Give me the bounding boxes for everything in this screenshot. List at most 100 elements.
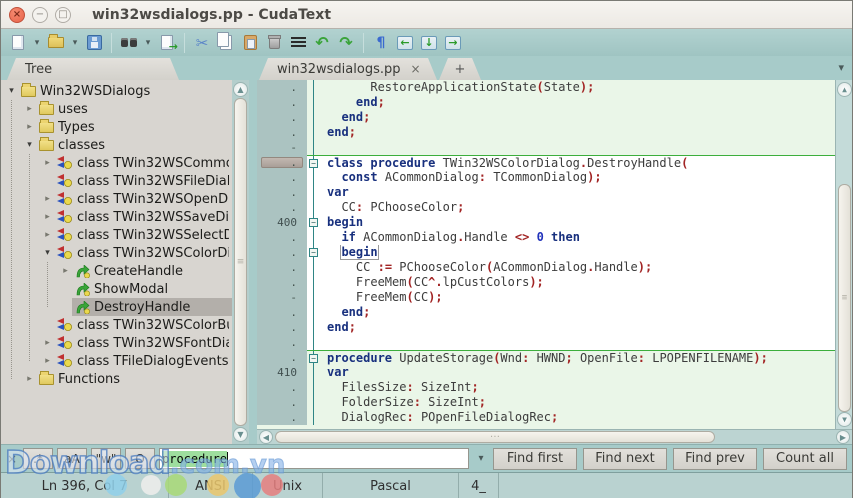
- tree-item-body[interactable]: class TWin32WSColorButton: [54, 316, 232, 334]
- code-line[interactable]: . CC: PChooseColor;: [257, 200, 852, 215]
- wrap-option[interactable]: O: [125, 448, 155, 469]
- gutter-cell[interactable]: .: [257, 80, 307, 95]
- expand-arrow-icon[interactable]: ▸: [59, 266, 72, 276]
- tree-item-class-twin32wssavedialog[interactable]: ▸class TWin32WSSaveDialog: [1, 208, 232, 226]
- status-caret-position[interactable]: Ln 396, Col 7: [1, 473, 169, 498]
- gutter-cell[interactable]: -: [257, 140, 307, 155]
- code-line[interactable]: . FilesSize: SizeInt;: [257, 380, 852, 395]
- find-prev-button[interactable]: Find prev: [673, 448, 757, 470]
- fold-minus-icon[interactable]: −: [309, 248, 318, 257]
- tree-item-class-twin32wscommondialog[interactable]: ▸class TWin32WSCommonDialog: [1, 154, 232, 172]
- tree-item-showmodal[interactable]: ShowModal: [1, 280, 232, 298]
- gutter-cell[interactable]: 410: [257, 365, 307, 380]
- undo-button-icon[interactable]: ↶: [311, 32, 333, 54]
- find-history-arrow-icon[interactable]: ▾: [473, 453, 489, 464]
- gutter-cell[interactable]: .: [257, 260, 307, 275]
- maximize-button[interactable]: □: [55, 7, 71, 23]
- expand-arrow-icon[interactable]: ▸: [23, 122, 36, 132]
- gutter-cell[interactable]: .: [257, 395, 307, 410]
- tree-item-class-twin32wsopendialog[interactable]: ▸class TWin32WSOpenDialog: [1, 190, 232, 208]
- gutter-cell[interactable]: .: [257, 185, 307, 200]
- code-line[interactable]: . const ACommonDialog: TCommonDialog);: [257, 170, 852, 185]
- find-menu-arrow-icon[interactable]: ▾: [142, 32, 154, 54]
- tree-item-body[interactable]: classes: [36, 136, 232, 154]
- goto-file-button-icon[interactable]: →: [156, 32, 178, 54]
- code-line[interactable]: - FreeMem(CC);: [257, 290, 852, 305]
- editor-scroll-thumb[interactable]: [838, 184, 851, 412]
- editor-vscrollbar[interactable]: ▲ ▼: [835, 80, 852, 429]
- gutter-cell[interactable]: -: [257, 290, 307, 305]
- editor-scroll-right-icon[interactable]: ▶: [836, 430, 850, 444]
- code-line[interactable]: .−class procedure TWin32WSColorDialog.De…: [257, 155, 852, 170]
- tree-item-body[interactable]: class TWin32WSSaveDialog: [54, 208, 232, 226]
- case-option[interactable]: aA: [57, 448, 87, 469]
- tree-item-body[interactable]: DestroyHandle: [72, 298, 232, 316]
- code-line[interactable]: .: [257, 335, 852, 350]
- minimize-button[interactable]: −: [32, 7, 48, 23]
- tree-item-destroyhandle[interactable]: DestroyHandle: [1, 298, 232, 316]
- expand-arrow-icon[interactable]: ▸: [41, 230, 54, 240]
- gutter-cell[interactable]: .: [257, 230, 307, 245]
- code-line[interactable]: 400−begin: [257, 215, 852, 230]
- title-bar[interactable]: × − □ win32wsdialogs.pp - CudaText: [1, 1, 852, 29]
- tree-item-createhandle[interactable]: ▸CreateHandle: [1, 262, 232, 280]
- tab-tree[interactable]: Tree: [7, 58, 179, 80]
- gutter-cell[interactable]: .: [257, 245, 307, 260]
- expand-arrow-icon[interactable]: ▸: [41, 356, 54, 366]
- tree-item-body[interactable]: Functions: [36, 370, 232, 388]
- expand-arrow-icon[interactable]: ▸: [23, 374, 36, 384]
- gutter-cell[interactable]: .: [257, 125, 307, 140]
- gutter-cell[interactable]: 400: [257, 215, 307, 230]
- tree-item-uses[interactable]: ▸uses: [1, 100, 232, 118]
- status-lexer[interactable]: Pascal: [323, 473, 459, 498]
- tree-item-body[interactable]: CreateHandle: [72, 262, 232, 280]
- tree-scroll-down-icon[interactable]: ▼: [233, 427, 248, 442]
- editor-scroll-down-icon[interactable]: ▼: [837, 412, 852, 427]
- collapse-arrow-icon[interactable]: ▾: [41, 248, 54, 258]
- collapse-arrow-icon[interactable]: ▾: [5, 86, 18, 96]
- tree-item-body[interactable]: class TWin32WSSelectDirect: [54, 226, 232, 244]
- code-line[interactable]: . end;: [257, 305, 852, 320]
- tree-item-functions[interactable]: ▸Functions: [1, 370, 232, 388]
- code-line[interactable]: . FolderSize: SizeInt;: [257, 395, 852, 410]
- tree-item-class-twin32wsselectdirect[interactable]: ▸class TWin32WSSelectDirect: [1, 226, 232, 244]
- code-line[interactable]: . DialogRec: POpenFileDialogRec;: [257, 410, 852, 425]
- words-option[interactable]: "w": [91, 448, 121, 469]
- fold-minus-icon[interactable]: −: [309, 218, 318, 227]
- find-first-button[interactable]: Find first: [493, 448, 577, 470]
- code-line[interactable]: .end;: [257, 320, 852, 335]
- gutter-current-line-marker[interactable]: .: [257, 155, 307, 170]
- gutter-cell[interactable]: .: [257, 110, 307, 125]
- tree-item-body[interactable]: Win32WSDialogs: [18, 82, 232, 100]
- code-line[interactable]: . end;: [257, 95, 852, 110]
- paste-button-icon[interactable]: [239, 32, 261, 54]
- tree-item-body[interactable]: Types: [36, 118, 232, 136]
- delete-button-icon[interactable]: [263, 32, 285, 54]
- find-input[interactable]: procedure: [159, 448, 469, 469]
- find-next-button[interactable]: Find next: [583, 448, 667, 470]
- tree-item-body[interactable]: uses: [36, 100, 232, 118]
- panel-splitter[interactable]: [249, 80, 257, 444]
- regex-option[interactable]: .*: [23, 448, 53, 469]
- tree-item-types[interactable]: ▸Types: [1, 118, 232, 136]
- tree-item-class-twin32wscolordialog[interactable]: ▾class TWin32WSColorDialog: [1, 244, 232, 262]
- find-button-icon[interactable]: [118, 32, 140, 54]
- tree-item-classes[interactable]: ▾classes: [1, 136, 232, 154]
- code-line[interactable]: . if ACommonDialog.Handle <> 0 then: [257, 230, 852, 245]
- copy-button-icon[interactable]: [215, 32, 237, 54]
- fold-minus-icon[interactable]: −: [309, 159, 318, 168]
- code-line[interactable]: . FreeMem(CC^.lpCustColors);: [257, 275, 852, 290]
- tree-item-win32wsdialogs[interactable]: ▾Win32WSDialogs: [1, 82, 232, 100]
- new-file-button-icon[interactable]: [7, 32, 29, 54]
- indent-block-button-icon[interactable]: ↓: [418, 32, 440, 54]
- gutter-cell[interactable]: .: [257, 275, 307, 290]
- open-file-menu-arrow-icon[interactable]: ▾: [69, 32, 81, 54]
- save-file-button-icon[interactable]: [83, 32, 105, 54]
- tab-editor[interactable]: win32wsdialogs.pp ×: [259, 58, 437, 80]
- gutter-cell[interactable]: .: [257, 320, 307, 335]
- tab-menu-arrow-icon[interactable]: ▾: [838, 61, 844, 74]
- count-all-button[interactable]: Count all: [763, 448, 847, 470]
- editor-scroll-left-icon[interactable]: ◀: [259, 430, 273, 444]
- expand-arrow-icon[interactable]: ▸: [41, 338, 54, 348]
- tree-item-class-twin32wscolorbutton[interactable]: class TWin32WSColorButton: [1, 316, 232, 334]
